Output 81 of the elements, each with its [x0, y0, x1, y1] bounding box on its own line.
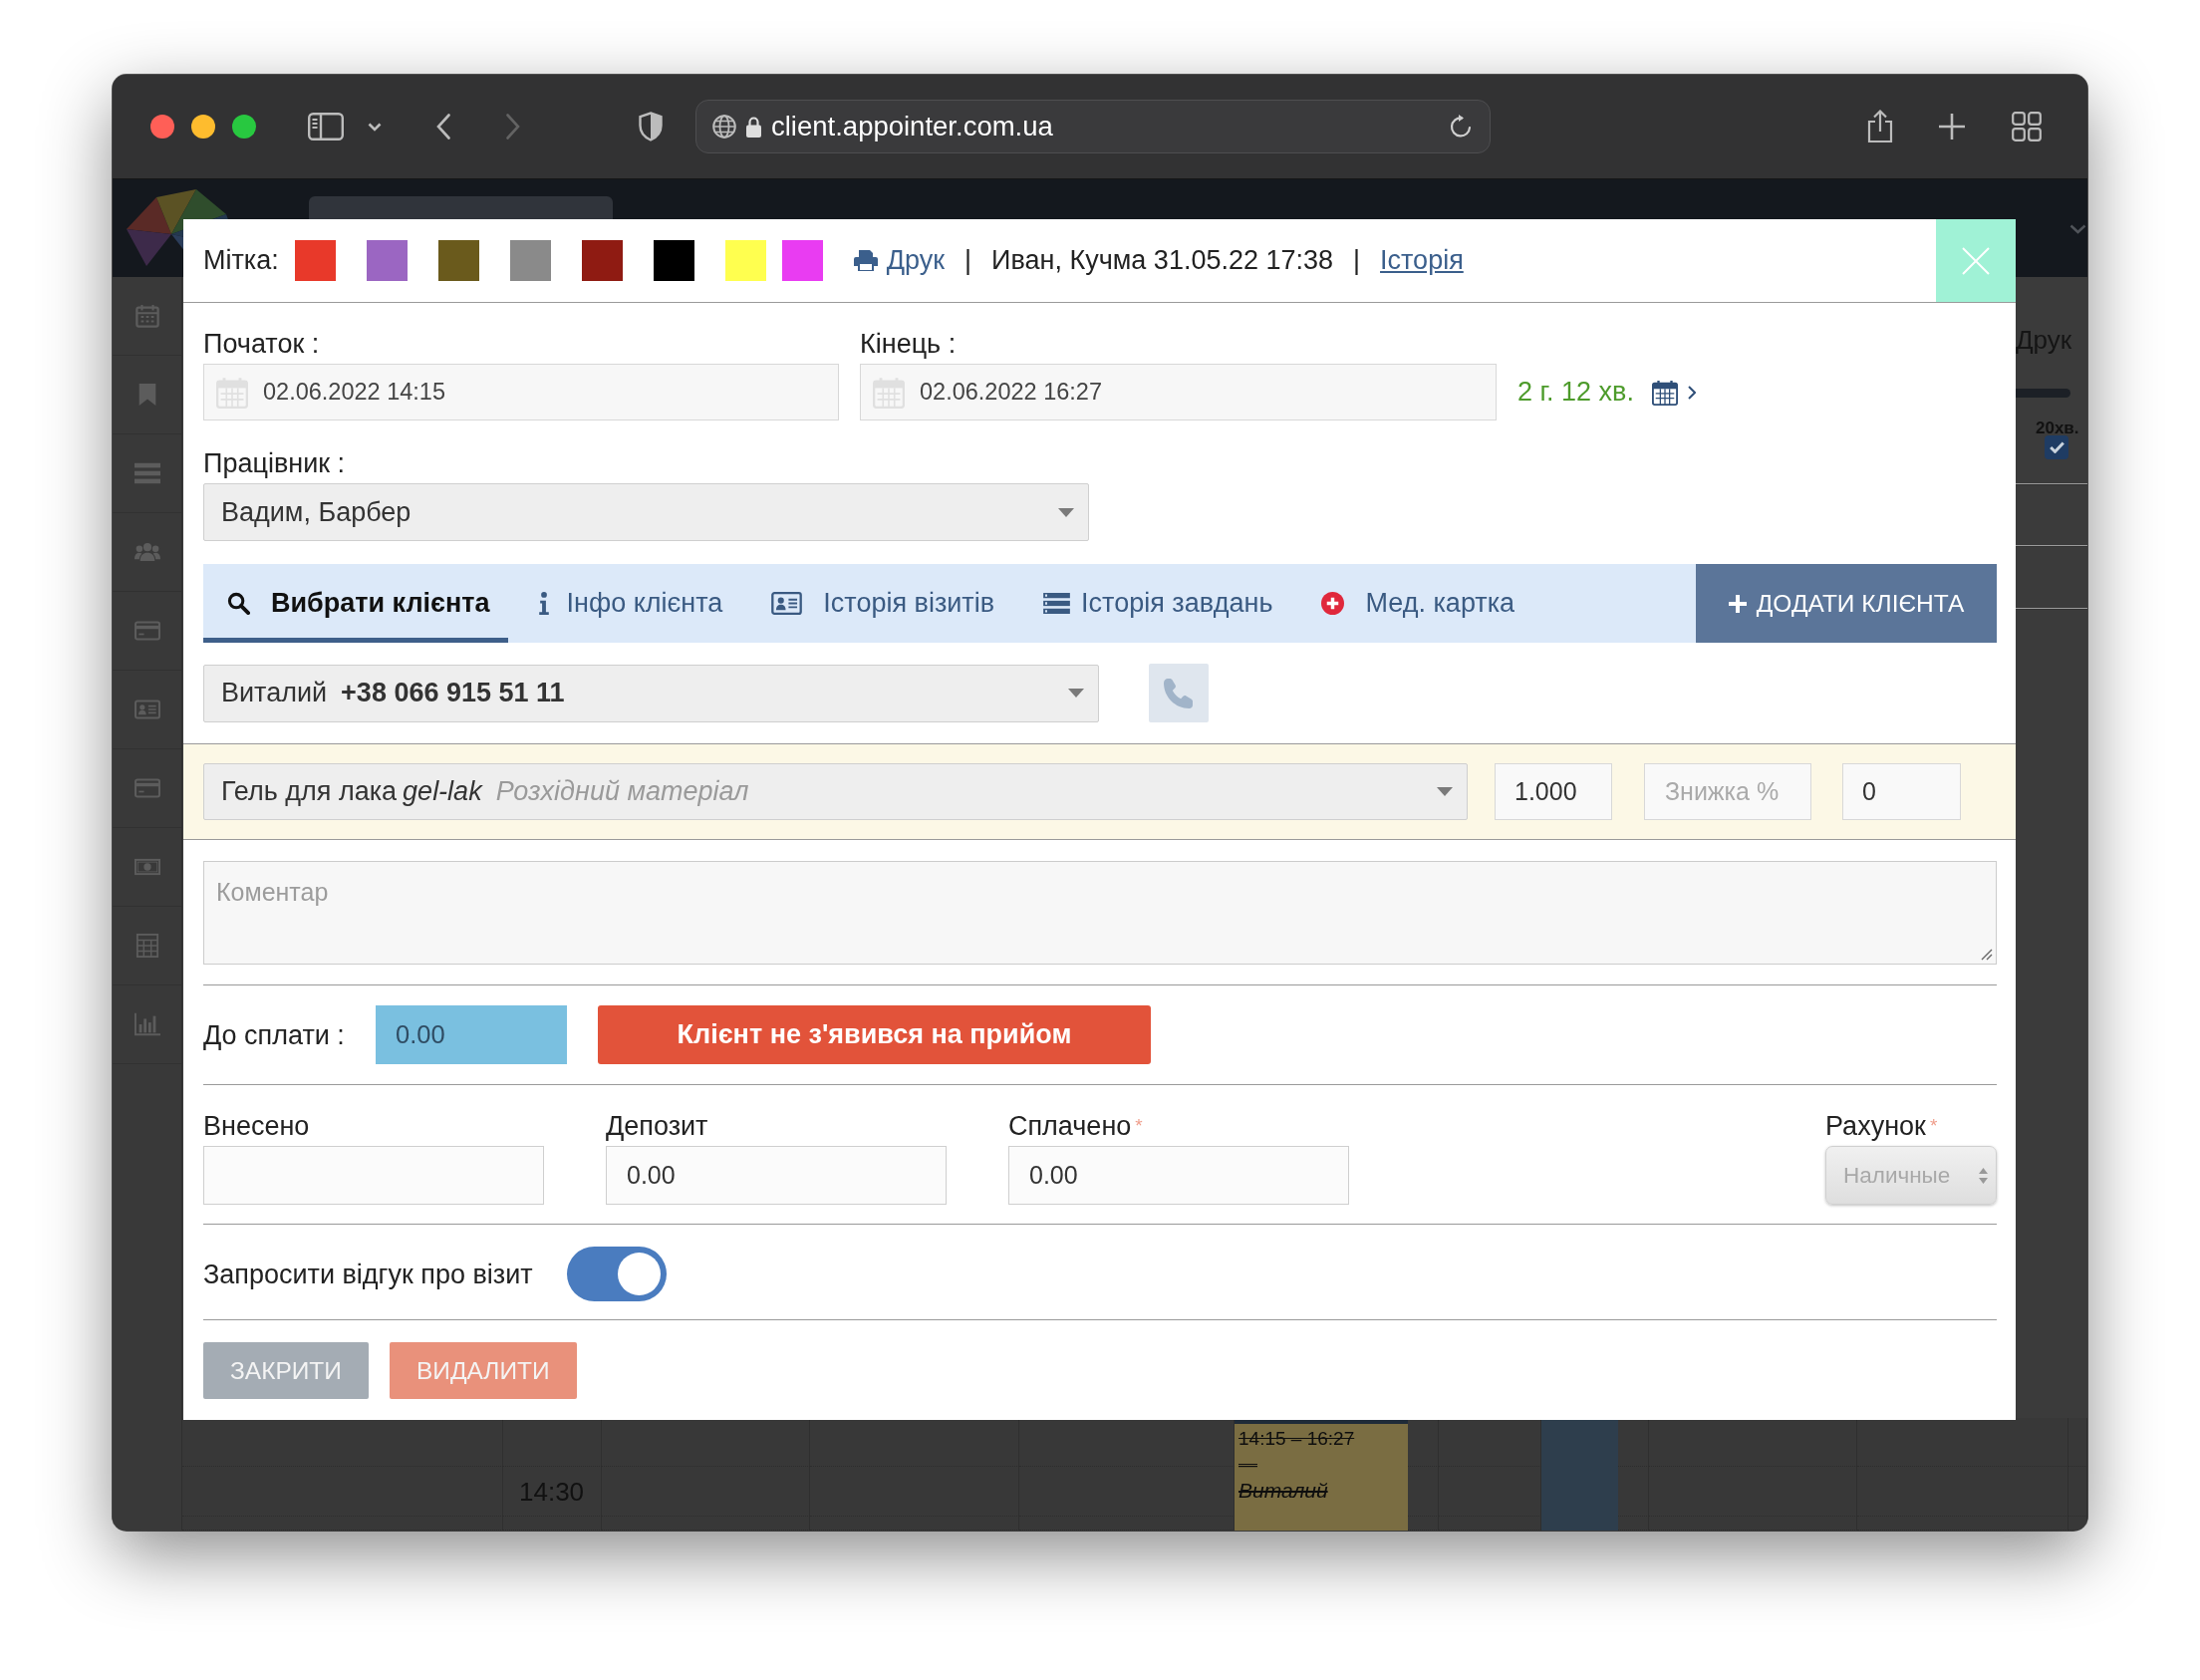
tab[interactable]: Вибрати клієнта	[203, 564, 508, 643]
resize-handle-icon[interactable]	[1981, 949, 1993, 961]
history-link[interactable]: Історія	[1380, 245, 1464, 276]
plus-icon	[1728, 594, 1747, 613]
caret-icon	[1068, 689, 1084, 698]
back-icon[interactable]	[436, 114, 450, 140]
tab[interactable]: Інфо клієнта	[507, 564, 741, 643]
shield-icon[interactable]	[639, 112, 663, 141]
color-swatch[interactable]	[581, 240, 623, 281]
paid-field[interactable]: 0.00	[1008, 1146, 1349, 1205]
end-label: Кінець :	[860, 329, 957, 359]
search-icon	[227, 592, 250, 615]
appointment-block[interactable]: 14:15 – 16:27 — Виталий	[1235, 1418, 1408, 1531]
deposit-field[interactable]: 0.00	[606, 1146, 947, 1205]
up-down-arrows-icon	[1979, 1167, 1988, 1184]
lock-icon	[746, 116, 761, 138]
separator-text: |	[1353, 245, 1361, 276]
deposited-field[interactable]	[203, 1146, 544, 1205]
account-label: Рахунок*	[1825, 1111, 1939, 1141]
color-swatch[interactable]	[653, 240, 694, 281]
amount-due-label: До сплати :	[203, 1019, 346, 1050]
reload-icon[interactable]	[1450, 114, 1472, 140]
color-swatch[interactable]	[437, 240, 479, 281]
add-client-button[interactable]: ДОДАТИ КЛІЄНТА	[1696, 564, 1997, 643]
chevron-right-icon[interactable]	[1687, 385, 1696, 400]
close-icon	[1962, 246, 1990, 275]
discount-value-field[interactable]: 0	[1842, 763, 1961, 820]
dash-text: —	[1238, 1453, 1257, 1477]
tab[interactable]: Історія візитів	[740, 564, 1013, 643]
no-show-button[interactable]: Клієнт не з'явився на прийом	[598, 1005, 1151, 1064]
employee-label: Працівник :	[203, 448, 346, 478]
zoom-window-button[interactable]	[232, 115, 256, 139]
globe-icon	[712, 115, 736, 139]
chevron-down-icon[interactable]	[368, 122, 382, 132]
check-icon	[2049, 441, 2064, 453]
close-window-button[interactable]	[150, 115, 174, 139]
color-swatch[interactable]	[509, 240, 551, 281]
caret-icon	[1437, 787, 1453, 796]
appointment-time: 14:15 – 16:27	[1238, 1427, 1355, 1451]
color-swatch[interactable]	[294, 240, 336, 281]
amount-due-field[interactable]: 0.00	[376, 1005, 567, 1064]
tag-label: Мітка:	[203, 245, 279, 276]
calendar-icon[interactable]	[1651, 379, 1678, 406]
minimize-window-button[interactable]	[191, 115, 215, 139]
separator-text: |	[964, 245, 972, 276]
sidebar-icon[interactable]	[308, 113, 344, 140]
list-icon	[1043, 593, 1071, 614]
client-select[interactable]: Виталий +38 066 915 51 11	[203, 664, 1099, 722]
checkbox[interactable]	[2045, 435, 2068, 459]
share-icon[interactable]	[1867, 110, 1893, 143]
start-date-field[interactable]: 02.06.2022 14:15	[203, 364, 839, 420]
color-swatch[interactable]	[781, 240, 823, 281]
forward-icon[interactable]	[506, 114, 520, 140]
employee-select[interactable]: Вадим, Барбер	[203, 483, 1089, 541]
product-select[interactable]: Гель для лака gel-lak Розхідний матеріал	[203, 763, 1468, 820]
deposit-label: Депозит	[606, 1111, 709, 1141]
paid-label: Сплачено*	[1008, 1111, 1144, 1141]
color-swatch[interactable]	[366, 240, 408, 281]
printer-icon	[853, 250, 878, 271]
color-swatch[interactable]	[724, 240, 766, 281]
feedback-toggle[interactable]	[566, 1247, 667, 1301]
feedback-label: Запросити відгук про візит	[203, 1259, 533, 1289]
print-link[interactable]: Друк	[853, 245, 946, 276]
deposited-label: Внесено	[203, 1111, 311, 1141]
tab[interactable]: Мед. картка	[1290, 564, 1533, 643]
tab-overview-icon[interactable]	[2012, 112, 2042, 141]
new-tab-icon[interactable]	[1939, 114, 1965, 140]
start-label: Початок :	[203, 329, 320, 359]
address-bar[interactable]: client.appointer.com.ua	[695, 100, 1491, 153]
info-icon	[538, 592, 549, 615]
tab[interactable]: Історія завдань	[1012, 564, 1291, 643]
duration-text: 2 г. 12 хв.	[1517, 377, 1634, 408]
id-card-icon	[771, 592, 803, 615]
caret-icon	[1058, 507, 1074, 517]
client-name: Виталий	[1238, 1478, 1328, 1504]
end-date-field[interactable]: 02.06.2022 16:27	[860, 364, 1497, 420]
quantity-field[interactable]: 1.000	[1495, 763, 1612, 820]
plus-circle-icon	[1321, 592, 1345, 615]
phone-icon	[1163, 677, 1195, 709]
underline-bar	[2016, 389, 2070, 398]
author-timestamp: Иван, Кучма 31.05.22 17:38	[991, 245, 1334, 276]
